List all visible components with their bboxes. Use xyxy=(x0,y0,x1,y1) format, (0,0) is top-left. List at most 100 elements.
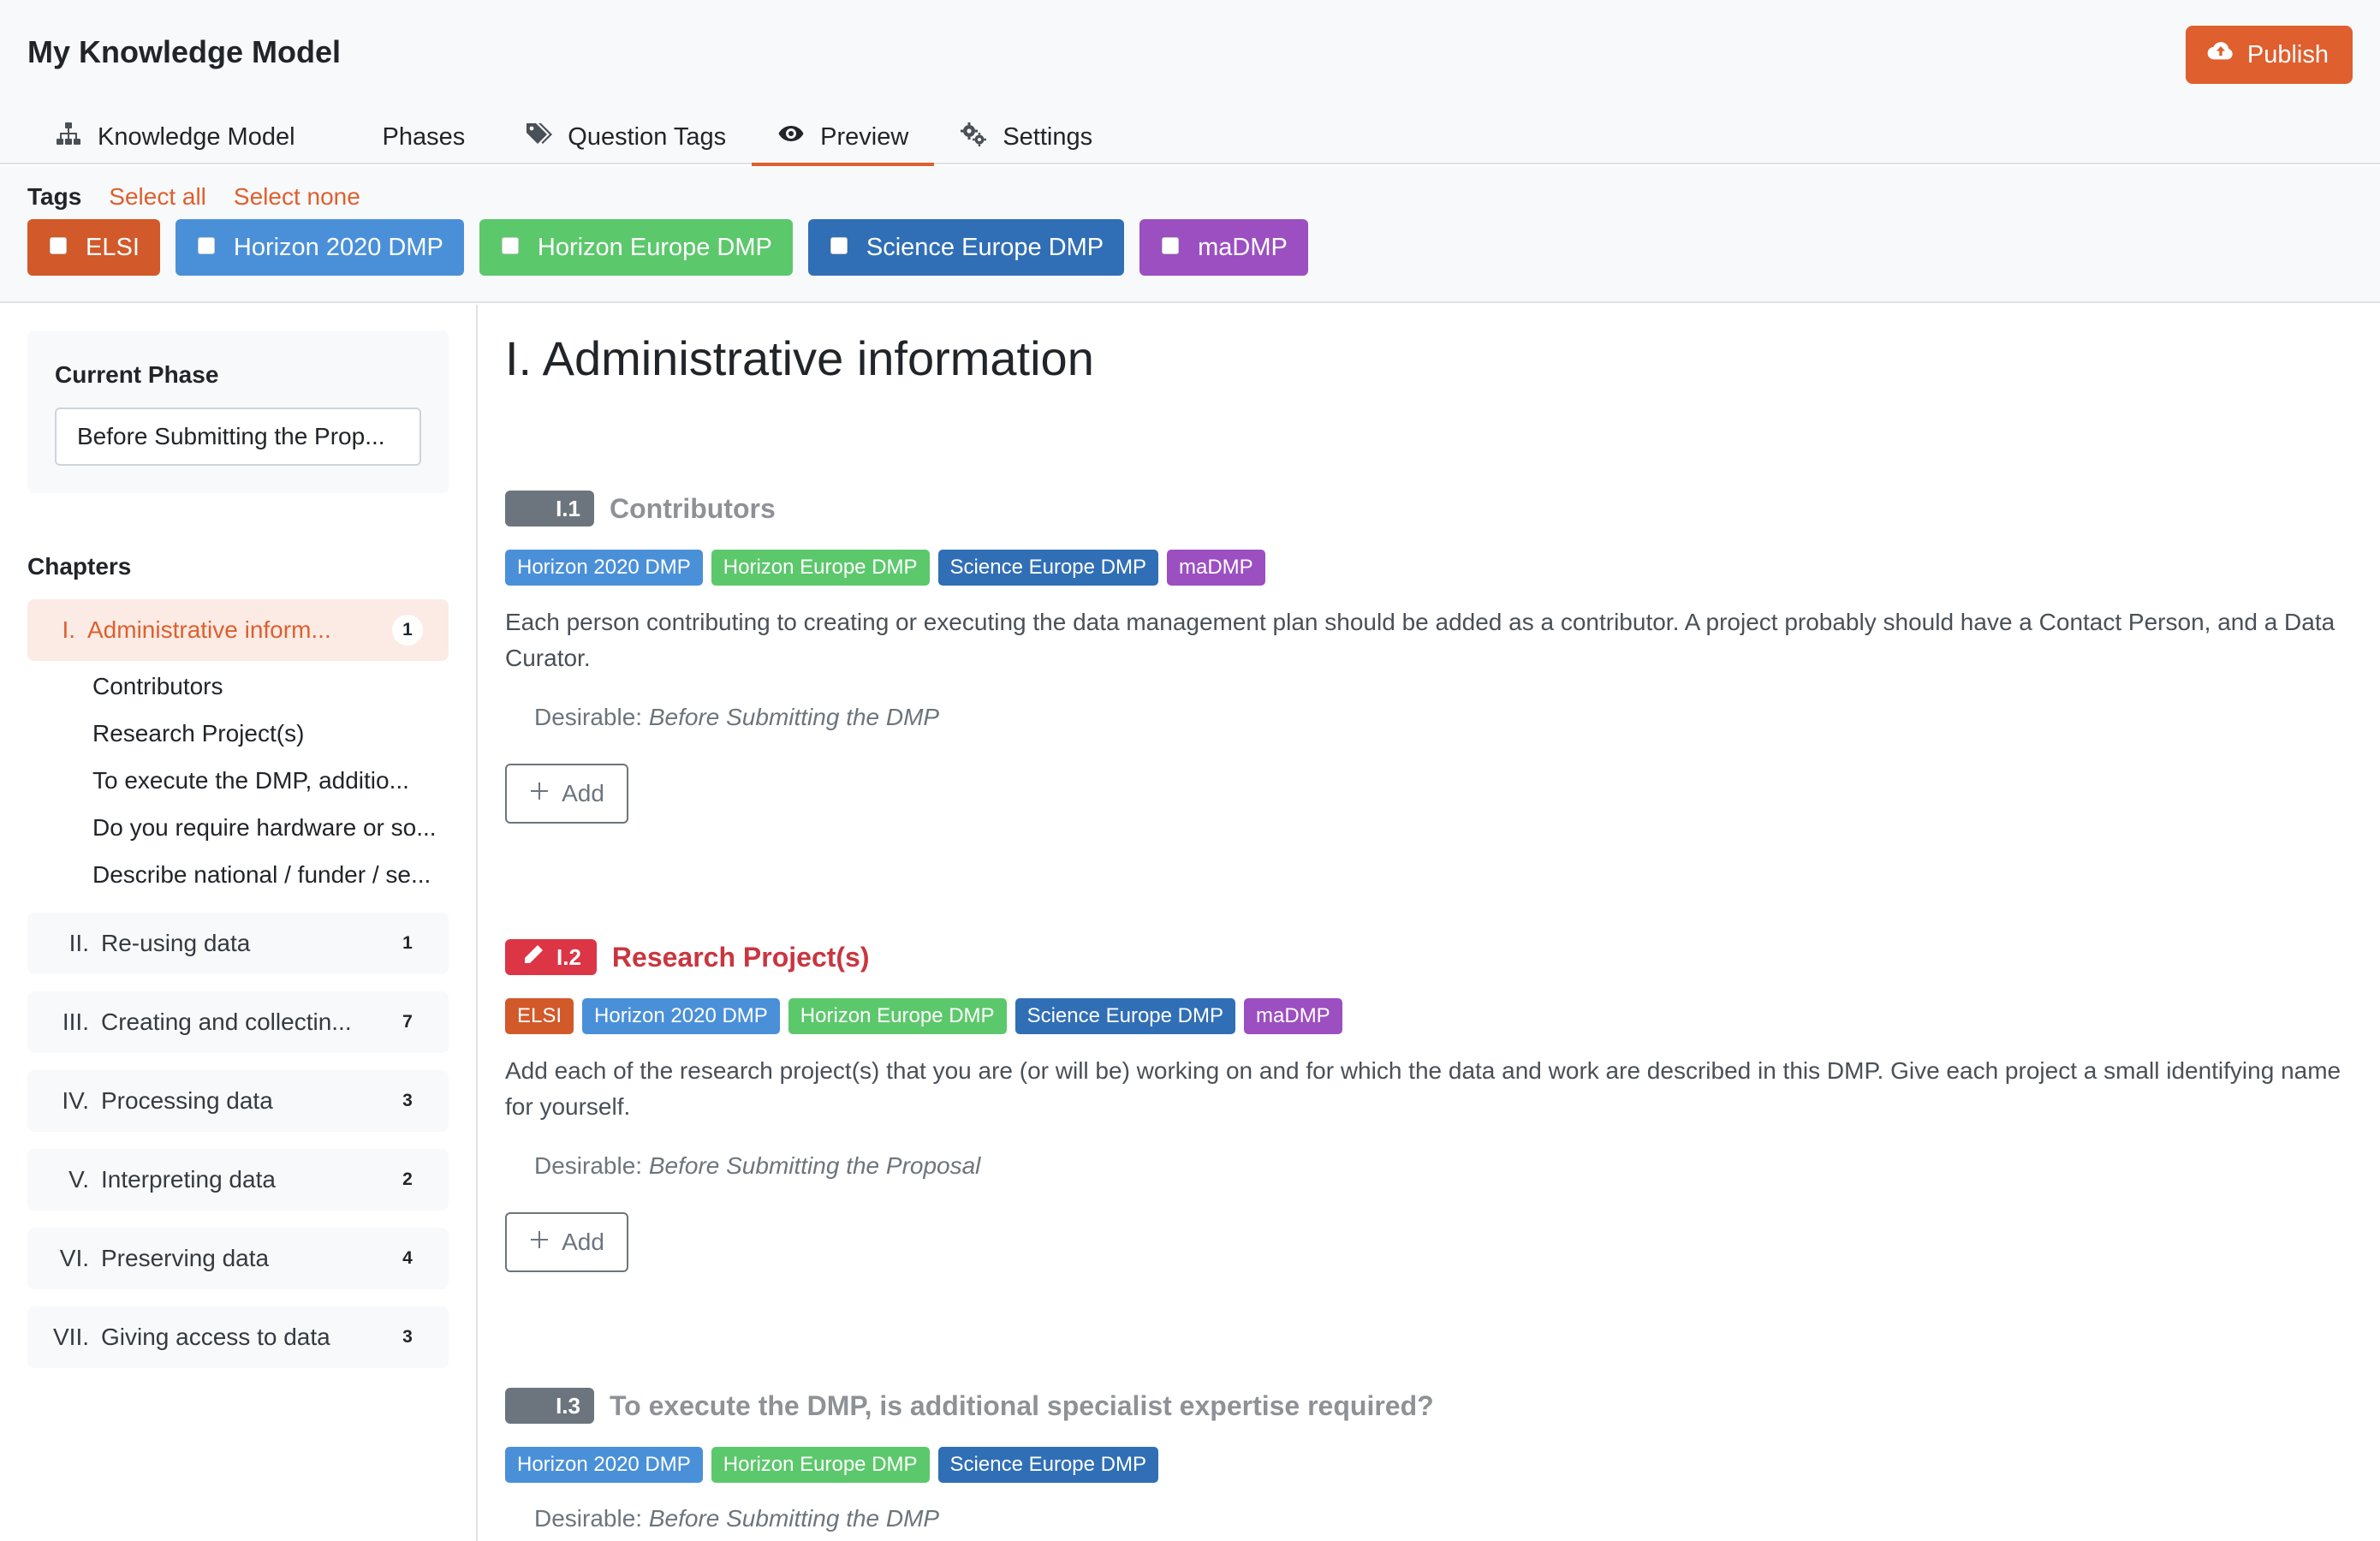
chapter-subitem[interactable]: To execute the DMP, additio... xyxy=(92,767,452,794)
desirable-label: Desirable: xyxy=(534,704,643,730)
desirable-phase: Before Submitting the DMP xyxy=(648,1505,940,1532)
tag-checkbox[interactable] xyxy=(50,237,67,254)
question-number-badge: I.3 xyxy=(505,1388,594,1424)
tag-filter-label: Horizon 2020 DMP xyxy=(233,233,443,261)
question-desirable: Desirable: Before Submitting the DMP xyxy=(534,1505,2367,1532)
pencil-icon xyxy=(522,943,544,972)
chapter-item-administrative-information[interactable]: I. Administrative inform... 1 xyxy=(27,599,449,661)
tags-icon xyxy=(525,120,553,154)
desirable-label: Desirable: xyxy=(534,1505,643,1532)
chapter-count-badge: 3 xyxy=(402,1327,413,1347)
tags-label: Tags xyxy=(27,183,82,210)
chapter-count-badge: 3 xyxy=(402,1091,413,1110)
chapter-name: Giving access to data xyxy=(101,1324,330,1350)
tab-preview[interactable]: Preview xyxy=(752,110,935,166)
chapter-number: III. xyxy=(62,1008,89,1035)
tag-checkbox[interactable] xyxy=(197,237,215,254)
question-description: Each person contributing to creating or … xyxy=(505,609,2335,671)
chapter-subitem[interactable]: Describe national / funder / se... xyxy=(92,861,452,889)
add-item-button[interactable]: Add xyxy=(505,764,628,824)
chapter-name: Creating and collectin... xyxy=(101,1008,352,1035)
chapter-number: VII. xyxy=(52,1324,89,1350)
tab-question-tags[interactable]: Question Tags xyxy=(499,110,752,164)
chapter-item-interpreting-data[interactable]: V. Interpreting data 2 xyxy=(27,1149,449,1211)
preview-sidebar: Current Phase Before Submitting the Prop… xyxy=(0,305,478,1541)
chapter-subitem[interactable]: Research Project(s) xyxy=(92,720,452,747)
add-item-button[interactable]: Add xyxy=(505,1212,628,1272)
tag-chip: Horizon 2020 DMP xyxy=(582,998,780,1034)
chapter-subitem[interactable]: Contributors xyxy=(92,673,452,700)
tag-chip: Horizon Europe DMP xyxy=(788,998,1007,1034)
chapter-item-processing-data[interactable]: IV. Processing data 3 xyxy=(27,1070,449,1132)
phase-select[interactable]: Before Submitting the Prop... xyxy=(55,408,421,466)
tab-phases[interactable]: Phases xyxy=(321,110,500,164)
chapter-item-preserving-data[interactable]: VI. Preserving data 4 xyxy=(27,1228,449,1289)
tab-label: Question Tags xyxy=(568,122,727,151)
tag-filter-science-europe-dmp[interactable]: Science Europe DMP xyxy=(807,219,1125,276)
tag-chip: Science Europe DMP xyxy=(1014,998,1236,1034)
tag-filter-horizon-2020-dmp[interactable]: Horizon 2020 DMP xyxy=(175,219,464,276)
chapter-count-badge: 4 xyxy=(402,1248,413,1268)
chapter-count-badge: 2 xyxy=(402,1169,413,1189)
publish-button[interactable]: Publish xyxy=(2185,26,2353,84)
plus-icon xyxy=(529,1229,550,1256)
chapter-name: Re-using data xyxy=(101,930,251,956)
tag-filter-horizon-europe-dmp[interactable]: Horizon Europe DMP xyxy=(479,219,793,276)
tag-checkbox[interactable] xyxy=(501,237,519,254)
cloud-upload-icon xyxy=(2206,37,2235,73)
chapter-subitem[interactable]: Do you require hardware or so... xyxy=(92,814,452,842)
current-phase-card: Current Phase Before Submitting the Prop… xyxy=(27,330,449,493)
chapter-count-badge: 1 xyxy=(402,933,413,953)
tag-checkbox[interactable] xyxy=(830,237,848,254)
question-number: I.2 xyxy=(556,943,581,970)
tag-filter-label: ELSI xyxy=(86,233,140,261)
editor-header: My Knowledge Model Publish Knowledge Mod… xyxy=(0,0,2380,166)
question-contributors: I.1 Contributors Horizon 2020 DMP Horizo… xyxy=(505,488,2367,824)
tags-filter-bar: Tags Select all Select none ELSI Horizon… xyxy=(0,166,2380,303)
tag-checkbox[interactable] xyxy=(1162,237,1180,254)
tag-chip: Horizon 2020 DMP xyxy=(505,1447,703,1483)
question-desirable: Desirable: Before Submitting the Proposa… xyxy=(534,1152,2367,1180)
tab-settings[interactable]: Settings xyxy=(934,110,1118,164)
question-tags: ELSI Horizon 2020 DMP Horizon Europe DMP… xyxy=(505,998,2367,1034)
desirable-phase: Before Submitting the DMP xyxy=(648,704,940,730)
question-desirable: Desirable: Before Submitting the DMP xyxy=(534,704,2367,731)
questionnaire-preview: I. Administrative information I.1 Contri… xyxy=(479,305,2380,1541)
chapter-item-re-using-data[interactable]: II. Re-using data 1 xyxy=(27,913,449,974)
chapter-number: I. xyxy=(62,616,75,643)
add-label: Add xyxy=(562,780,604,806)
tag-filter-madmp[interactable]: maDMP xyxy=(1139,219,1308,276)
chapter-item-giving-access-to-data[interactable]: VII. Giving access to data 3 xyxy=(27,1306,449,1368)
chapter-number: V. xyxy=(68,1166,89,1193)
cogs-icon xyxy=(960,120,987,154)
question-tags: Horizon 2020 DMP Horizon Europe DMP Scie… xyxy=(505,550,2367,586)
tag-chip: ELSI xyxy=(505,998,574,1034)
tab-knowledge-model[interactable]: Knowledge Model xyxy=(29,110,321,164)
tab-label: Settings xyxy=(1003,122,1093,151)
tag-chip: Science Europe DMP xyxy=(937,1447,1158,1483)
select-none-link[interactable]: Select none xyxy=(234,183,360,211)
question-title: Contributors xyxy=(610,492,776,524)
chapter-item-creating-and-collecting[interactable]: III. Creating and collectin... 7 xyxy=(27,991,449,1053)
tag-chip: Horizon 2020 DMP xyxy=(505,550,703,586)
tag-filter-elsi[interactable]: ELSI xyxy=(27,219,160,276)
chapter-number: II. xyxy=(68,930,89,956)
tag-chip: Horizon Europe DMP xyxy=(711,1447,930,1483)
select-all-link[interactable]: Select all xyxy=(109,183,206,211)
chapter-number: IV. xyxy=(62,1087,89,1114)
question-number-badge: I.1 xyxy=(505,491,594,527)
app-title: My Knowledge Model xyxy=(27,34,342,69)
desirable-label: Desirable: xyxy=(534,1152,643,1179)
tag-chip: Horizon Europe DMP xyxy=(711,550,930,586)
question-specialist-expertise: I.3 To execute the DMP, is additional sp… xyxy=(505,1385,2367,1532)
editor-tabs: Knowledge Model Phases Question Tags Pre… xyxy=(29,110,1118,166)
question-number-badge: I.2 xyxy=(505,939,597,975)
tag-chip: maDMP xyxy=(1166,550,1265,586)
tab-label: Phases xyxy=(382,122,466,151)
question-research-projects: I.2 Research Project(s) ELSI Horizon 202… xyxy=(505,937,2367,1272)
eye-icon xyxy=(777,120,805,154)
chapter-title: I. Administrative information xyxy=(505,331,1094,385)
chapter-name: Administrative inform... xyxy=(87,616,331,643)
tag-chip: Science Europe DMP xyxy=(937,550,1158,586)
tag-filter-label: maDMP xyxy=(1198,233,1288,261)
